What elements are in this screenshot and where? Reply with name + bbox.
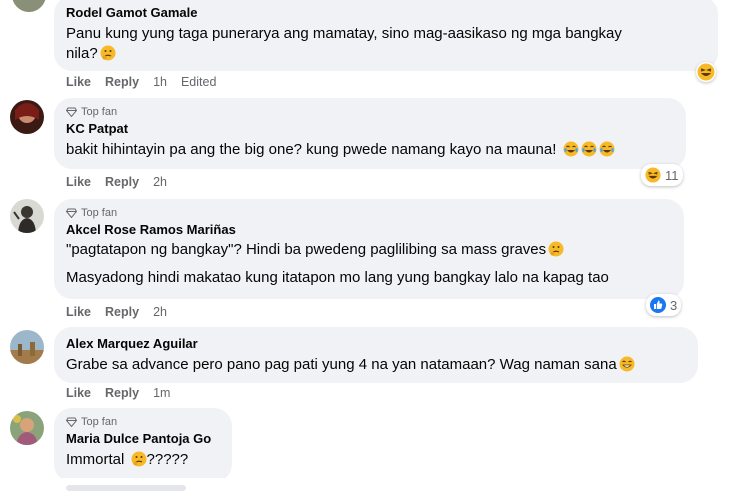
thinking-emoji-icon <box>131 451 147 467</box>
like-button[interactable]: Like <box>66 305 91 319</box>
comment-actions: Like Reply 2h <box>66 175 167 189</box>
tears-of-joy-icon <box>563 141 579 157</box>
reply-button[interactable]: Reply <box>105 75 139 89</box>
reply-button[interactable]: Reply <box>105 386 139 400</box>
reply-button[interactable]: Reply <box>105 175 139 189</box>
comment-bubble: Top fan KC Patpat bakit hihintayin pa an… <box>54 98 686 169</box>
top-fan-badge[interactable]: Top fan <box>66 415 220 429</box>
reply-button[interactable]: Reply <box>105 305 139 319</box>
diamond-icon <box>66 417 77 427</box>
comment-text: Grabe sa advance pero pano pag pati yung… <box>66 356 617 373</box>
comment-text: nila? <box>66 45 98 62</box>
comment-text: Masyadong hindi makatao kung itatapon mo… <box>66 269 609 286</box>
timestamp[interactable]: 1h <box>153 75 167 89</box>
comment-bubble: Top fan Akcel Rose Ramos Mariñas "pagtat… <box>54 199 684 299</box>
comment-author[interactable]: Akcel Rose Ramos Mariñas <box>66 221 672 238</box>
comment-text: "pagtatapon ng bangkay"? Hindi ba pweden… <box>66 241 547 258</box>
comment-text: Panu kung yung taga punerarya ang mamata… <box>66 25 622 42</box>
edited-label[interactable]: Edited <box>181 75 216 89</box>
comment-bubble: Top fan Maria Dulce Pantoja Go Immortal … <box>54 408 232 482</box>
like-button[interactable]: Like <box>66 386 91 400</box>
tears-of-joy-icon <box>599 141 615 157</box>
comment-actions: Like Reply 2h <box>66 305 167 319</box>
reaction-count: 11 <box>665 167 679 183</box>
reaction-count: 3 <box>670 297 678 313</box>
tears-of-joy-icon <box>581 141 597 157</box>
comment-text: bakit hihintayin pa ang the big one? kun… <box>66 141 557 158</box>
comment-author[interactable]: KC Patpat <box>66 120 674 137</box>
comment-actions: Like Reply 1h Edited <box>66 75 216 89</box>
like-reaction-icon <box>650 297 666 313</box>
comment-author[interactable]: Maria Dulce Pantoja Go <box>66 430 220 447</box>
haha-reaction-icon[interactable] <box>696 62 716 82</box>
laughing-emojis <box>561 141 615 158</box>
avatar[interactable] <box>12 0 46 12</box>
top-fan-badge[interactable]: Top fan <box>66 206 672 220</box>
comment-author[interactable]: Alex Marquez Aguilar <box>66 335 686 352</box>
comment-bubble: Alex Marquez Aguilar Grabe sa advance pe… <box>54 327 698 383</box>
timestamp[interactable]: 1m <box>153 386 170 400</box>
avatar[interactable] <box>10 100 44 134</box>
comment-text: ????? <box>146 451 189 468</box>
diamond-icon <box>66 208 77 218</box>
grinning-emoji-icon <box>619 356 635 372</box>
next-comment-cutoff <box>0 478 750 491</box>
top-fan-label: Top fan <box>81 416 118 428</box>
comment-author[interactable]: Rodel Gamot Gamale <box>66 4 706 21</box>
comment-text: Immortal <box>66 451 125 468</box>
timestamp[interactable]: 2h <box>153 305 167 319</box>
thinking-emoji-icon <box>548 241 564 257</box>
avatar[interactable] <box>10 411 44 445</box>
avatar[interactable] <box>10 330 44 364</box>
comment-actions: Like Reply 1m <box>66 386 170 400</box>
haha-reaction-icon <box>645 167 661 183</box>
reaction-summary[interactable]: 3 <box>646 294 682 316</box>
comment-bubble: Rodel Gamot Gamale Panu kung yung taga p… <box>54 0 718 71</box>
timestamp[interactable]: 2h <box>153 175 167 189</box>
top-fan-label: Top fan <box>81 207 118 219</box>
reaction-summary[interactable]: 11 <box>641 164 683 186</box>
like-button[interactable]: Like <box>66 75 91 89</box>
diamond-icon <box>66 107 77 117</box>
thinking-emoji-icon <box>100 45 116 61</box>
top-fan-badge[interactable]: Top fan <box>66 105 674 119</box>
top-fan-label: Top fan <box>81 106 118 118</box>
avatar[interactable] <box>10 199 44 233</box>
like-button[interactable]: Like <box>66 175 91 189</box>
